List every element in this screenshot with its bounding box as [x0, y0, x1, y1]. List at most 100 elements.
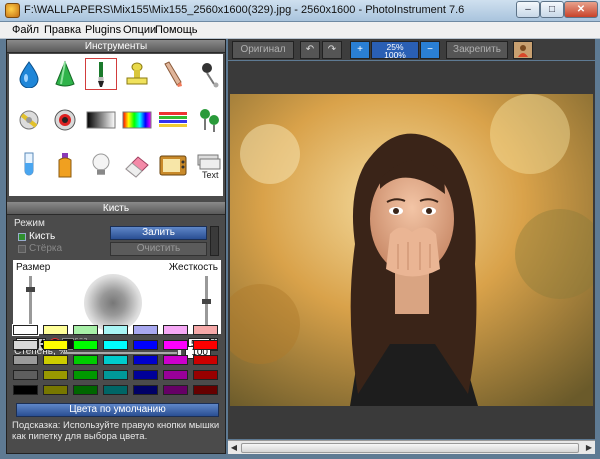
menu-options[interactable]: Опции	[123, 24, 156, 36]
color-swatch[interactable]	[73, 370, 98, 380]
bottle-icon[interactable]	[49, 150, 81, 182]
color-swatch[interactable]	[163, 385, 188, 395]
rainbow-icon[interactable]	[121, 104, 153, 136]
pin-icon[interactable]	[193, 58, 225, 90]
degree-slider[interactable]	[63, 352, 181, 354]
mode-erase-label: Стёрка	[29, 243, 63, 254]
color-swatch[interactable]	[43, 355, 68, 365]
color-swatch[interactable]	[73, 385, 98, 395]
window-title: F:\WALLPAPERS\Mix155\Mix155_2560x1600(32…	[24, 4, 465, 16]
scroll-right-icon[interactable]: ▶	[583, 442, 595, 454]
color-swatch[interactable]	[103, 370, 128, 380]
wrench-icon[interactable]	[13, 104, 45, 136]
pushpin-icon[interactable]	[193, 104, 225, 136]
color-swatch[interactable]	[43, 325, 68, 335]
eye-icon[interactable]	[49, 104, 81, 136]
original-button[interactable]: Оригинал	[232, 41, 294, 59]
photo-image	[230, 94, 593, 406]
color-swatch[interactable]	[193, 385, 218, 395]
brush-preview	[84, 274, 142, 332]
color-swatch[interactable]	[73, 355, 98, 365]
lines-icon[interactable]	[157, 104, 189, 136]
color-swatch[interactable]	[13, 385, 38, 395]
tools-grid: Text	[9, 54, 223, 196]
minimize-button[interactable]: –	[516, 1, 540, 18]
color-swatch[interactable]	[133, 370, 158, 380]
color-swatch[interactable]	[73, 340, 98, 350]
image-canvas[interactable]	[228, 61, 595, 439]
color-swatch[interactable]	[43, 340, 68, 350]
color-swatch[interactable]	[43, 385, 68, 395]
color-swatch[interactable]	[163, 325, 188, 335]
menu-file[interactable]: Файл	[12, 24, 39, 36]
menu-edit[interactable]: Правка	[44, 24, 81, 36]
size-slider[interactable]	[26, 276, 35, 326]
color-swatch[interactable]	[103, 385, 128, 395]
mini-scrollbar[interactable]	[210, 226, 219, 256]
water-drop-icon[interactable]	[13, 58, 45, 90]
maximize-button[interactable]: □	[540, 1, 564, 18]
eraser-stick-icon[interactable]	[157, 58, 189, 90]
scroll-left-icon[interactable]: ◀	[228, 442, 240, 454]
portrait-icon[interactable]	[513, 41, 533, 59]
color-swatch[interactable]	[133, 340, 158, 350]
color-swatch[interactable]	[12, 324, 39, 336]
color-swatch[interactable]	[73, 325, 98, 335]
color-swatch[interactable]	[103, 355, 128, 365]
brush-icon[interactable]	[85, 58, 117, 90]
mode-erase-option[interactable]: Стёрка	[18, 243, 62, 254]
color-swatch[interactable]	[133, 355, 158, 365]
top-toolbar: Оригинал ↶ ↷ + 25% 100% − Закрепить	[228, 39, 595, 60]
hardness-slider[interactable]	[202, 276, 211, 326]
menu-help[interactable]: Помощь	[155, 24, 198, 36]
hint-text: Подсказка: Используйте правую кнопки мыш…	[12, 420, 220, 442]
horizontal-scrollbar[interactable]: ◀ ▶	[228, 440, 595, 454]
color-swatch[interactable]	[193, 325, 218, 335]
tv-icon[interactable]	[157, 150, 189, 182]
brush-settings-box: Размер Жесткость	[13, 260, 221, 334]
mode-brush-label: Кисть	[29, 231, 56, 242]
color-swatch[interactable]	[103, 340, 128, 350]
app-icon	[5, 3, 20, 18]
color-swatch[interactable]	[163, 370, 188, 380]
eraser-icon[interactable]	[121, 150, 153, 182]
menu-plugins[interactable]: Plugins	[85, 24, 121, 36]
gradient-icon[interactable]	[85, 104, 117, 136]
color-swatch[interactable]	[43, 370, 68, 380]
color-swatch[interactable]	[13, 340, 38, 350]
clear-button[interactable]: Очистить	[110, 242, 207, 256]
radio-checked-icon	[18, 232, 26, 241]
color-swatch[interactable]	[103, 325, 128, 335]
zoom-out-icon[interactable]: −	[420, 41, 440, 59]
close-button[interactable]: ✕	[564, 1, 598, 18]
color-swatch[interactable]	[163, 340, 188, 350]
size-slider-thumb[interactable]	[26, 287, 35, 292]
redo-icon[interactable]: ↷	[322, 41, 342, 59]
green-cone-icon[interactable]	[49, 58, 81, 90]
color-swatch[interactable]	[193, 355, 218, 365]
fill-button[interactable]: Залить	[110, 226, 207, 240]
zoom-level[interactable]: 25% 100%	[371, 41, 419, 59]
stamp-icon[interactable]	[121, 58, 153, 90]
scrollbar-thumb[interactable]	[241, 443, 579, 453]
color-swatch[interactable]	[133, 385, 158, 395]
color-swatch[interactable]	[193, 340, 218, 350]
mode-label: Режим	[14, 218, 45, 229]
fix-button[interactable]: Закрепить	[446, 41, 508, 59]
size-label: Размер	[16, 262, 51, 273]
color-swatch[interactable]	[163, 355, 188, 365]
zoom-in-icon[interactable]: +	[350, 41, 370, 59]
color-swatch[interactable]	[133, 325, 158, 335]
color-swatch[interactable]	[13, 370, 38, 380]
hardness-slider-thumb[interactable]	[202, 299, 211, 304]
color-swatch[interactable]	[13, 355, 38, 365]
test-tube-icon[interactable]	[13, 150, 45, 182]
zoom-bottom-label: 100%	[384, 50, 406, 60]
bulb-icon[interactable]	[85, 150, 117, 182]
undo-icon[interactable]: ↶	[300, 41, 320, 59]
mode-brush-option[interactable]: Кисть	[18, 231, 55, 242]
color-swatch[interactable]	[193, 370, 218, 380]
brush-panel-header: Кисть	[7, 202, 225, 215]
default-colors-button[interactable]: Цвета по умолчанию	[16, 403, 219, 417]
text-stack-icon[interactable]: Text	[193, 150, 225, 182]
